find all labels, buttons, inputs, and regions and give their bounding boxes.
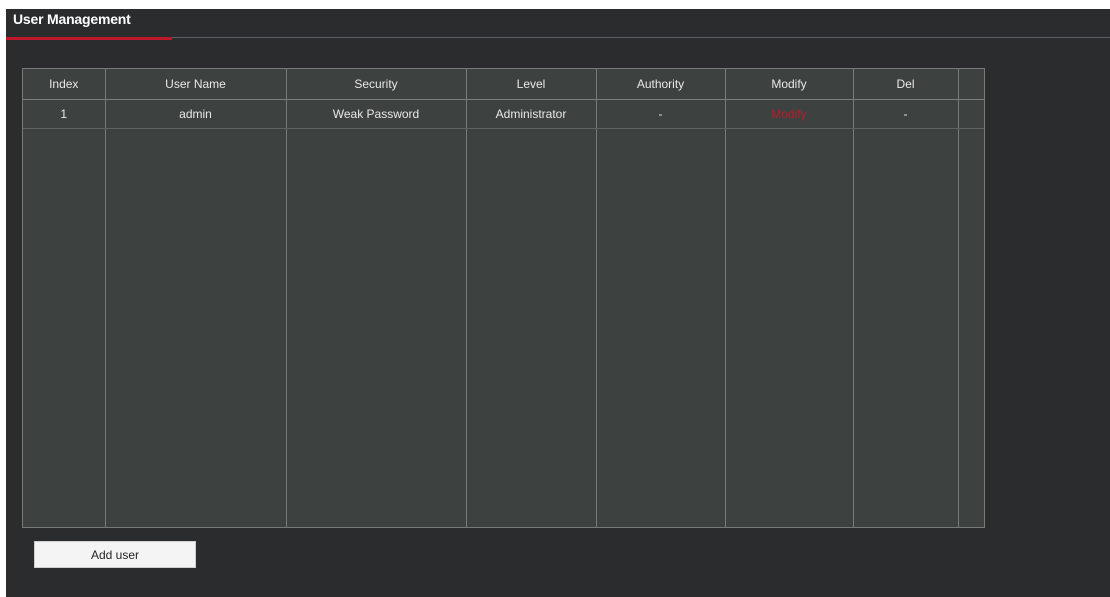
scrollbar-header-spacer [958, 69, 984, 100]
table-header-row: Index User Name Security Level Authority… [23, 69, 984, 100]
column-header-level[interactable]: Level [466, 69, 597, 100]
cell-user-name: admin [105, 99, 287, 129]
column-header-del[interactable]: Del [853, 69, 959, 100]
cell-level: Administrator [466, 99, 597, 129]
table-row[interactable]: 1 admin Weak Password Administrator - Mo… [23, 99, 984, 129]
column-header-modify[interactable]: Modify [725, 69, 854, 100]
cell-modify: Modify [725, 99, 854, 129]
empty-table-area [23, 128, 984, 527]
page-title: User Management [13, 11, 131, 27]
modify-link[interactable]: Modify [771, 107, 806, 121]
active-tab-indicator [6, 37, 172, 40]
column-header-authority[interactable]: Authority [596, 69, 726, 100]
tab-user-management[interactable]: User Management [6, 9, 172, 41]
cell-security: Weak Password [286, 99, 467, 129]
column-header-user-name[interactable]: User Name [105, 69, 287, 100]
column-header-security[interactable]: Security [286, 69, 467, 100]
cell-del: - [853, 99, 959, 129]
scrollbar-track-lower[interactable] [958, 128, 984, 527]
cell-authority: - [596, 99, 726, 129]
scrollbar-track[interactable] [958, 99, 984, 129]
cell-index: 1 [23, 99, 106, 129]
header-divider [172, 37, 1110, 38]
column-header-index[interactable]: Index [23, 69, 106, 100]
user-table: Index User Name Security Level Authority… [22, 68, 985, 528]
user-management-panel: User Management Index User Name Security… [6, 9, 1110, 597]
add-user-button[interactable]: Add user [34, 541, 196, 568]
